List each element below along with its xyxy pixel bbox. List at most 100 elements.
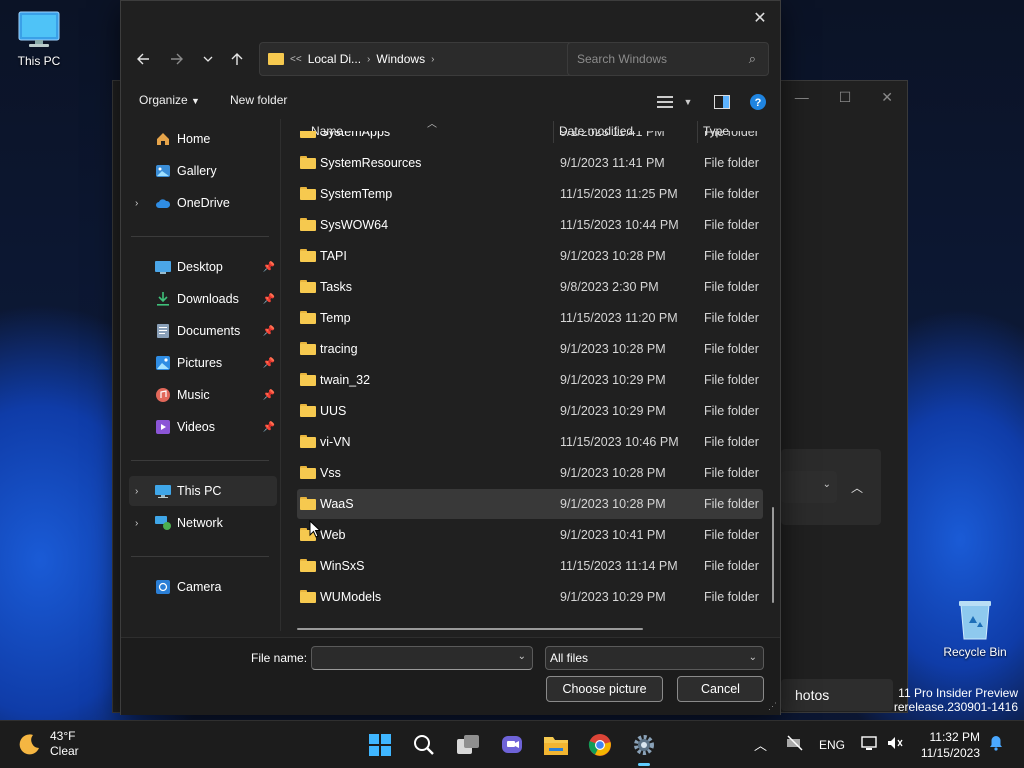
chevron-up-icon[interactable]: ︿ — [851, 479, 863, 496]
chat-icon — [502, 736, 522, 753]
command-toolbar: Organize ▼ New folder ▼ ? — [121, 85, 780, 119]
sidebar-item-music[interactable]: Music 📌 — [129, 380, 277, 410]
weather-temperature: 43°F — [50, 729, 76, 743]
sidebar-item-gallery[interactable]: Gallery — [129, 156, 277, 186]
file-row[interactable]: Temp 11/15/2023 11:20 PM File folder — [297, 303, 763, 333]
file-type-value: All files — [550, 651, 589, 665]
breadcrumb-local-disk[interactable]: Local Di... — [308, 52, 361, 66]
new-folder-button[interactable]: New folder — [230, 93, 287, 107]
sidebar-item-onedrive[interactable]: › OneDrive — [129, 188, 277, 218]
sidebar-item-network[interactable]: › Network — [129, 508, 277, 538]
teams-chat-button[interactable] — [496, 729, 528, 761]
start-button[interactable] — [364, 729, 396, 761]
background-photos-button[interactable]: hotos — [781, 679, 893, 711]
sidebar-item-camera[interactable]: Camera — [129, 572, 277, 602]
windows-watermark: 11 Pro Insider Preview rerelease.230901-… — [894, 686, 1018, 714]
file-row[interactable]: Web 9/1/2023 10:41 PM File folder — [297, 520, 763, 550]
file-date-modified: 9/1/2023 10:29 PM — [560, 373, 666, 387]
file-row[interactable]: Vss 9/1/2023 10:28 PM File folder — [297, 458, 763, 488]
preview-pane-icon[interactable] — [711, 91, 733, 113]
breadcrumb-windows[interactable]: Windows — [376, 52, 425, 66]
notification-bell-icon[interactable] — [989, 735, 1003, 754]
svg-text:?: ? — [755, 97, 762, 109]
chevron-down-icon[interactable]: ⌄ — [518, 651, 526, 662]
file-name: tracing — [320, 342, 358, 356]
view-dropdown-icon[interactable]: ▼ — [677, 91, 699, 113]
sidebar-item-label: Network — [177, 516, 223, 530]
file-name: WUModels — [320, 590, 382, 604]
close-icon[interactable]: ✕ — [881, 89, 893, 106]
sort-ascending-icon: ︿ — [427, 119, 437, 130]
file-row[interactable]: TAPI 9/1/2023 10:28 PM File folder — [297, 241, 763, 271]
view-options-icon[interactable] — [655, 91, 677, 113]
recent-locations-button[interactable] — [194, 41, 222, 77]
weather-widget[interactable]: 43°F Clear — [18, 729, 79, 759]
language-indicator[interactable]: ENG — [819, 738, 845, 752]
file-name: UUS — [320, 404, 347, 418]
address-overflow[interactable]: << — [290, 54, 302, 65]
file-row[interactable]: twain_32 9/1/2023 10:29 PM File folder — [297, 365, 763, 395]
maximize-icon[interactable]: ☐ — [839, 89, 852, 106]
file-explorer-button[interactable] — [540, 729, 572, 761]
file-type: File folder — [704, 590, 759, 604]
system-clock[interactable]: 11:32 PM 11/15/2023 — [921, 729, 980, 761]
volume-muted-icon[interactable] — [886, 735, 904, 754]
network-off-icon[interactable] — [786, 735, 804, 754]
file-row[interactable]: vi-VN 11/15/2023 10:46 PM File folder — [297, 427, 763, 457]
file-row[interactable]: WUModels 9/1/2023 10:29 PM File folder — [297, 582, 763, 612]
pin-icon: 📌 — [262, 389, 275, 401]
sidebar-item-downloads[interactable]: Downloads 📌 — [129, 284, 277, 314]
sidebar-item-videos[interactable]: Videos 📌 — [129, 412, 277, 442]
display-icon[interactable] — [861, 735, 879, 754]
file-row[interactable]: SysWOW64 11/15/2023 10:44 PM File folder — [297, 210, 763, 240]
file-row[interactable]: Tasks 9/8/2023 2:30 PM File folder — [297, 272, 763, 302]
sidebar-item-label: Home — [177, 132, 211, 146]
file-type: File folder — [704, 373, 759, 387]
breadcrumb-chevron-icon[interactable]: › — [431, 54, 434, 65]
sidebar-item-home[interactable]: Home — [129, 124, 277, 154]
sidebar-item-documents[interactable]: Documents 📌 — [129, 316, 277, 346]
cancel-button[interactable]: Cancel — [677, 676, 764, 702]
settings-button[interactable] — [628, 729, 660, 766]
file-row[interactable]: WaaS 9/1/2023 10:28 PM File folder — [297, 489, 763, 519]
chevron-right-icon[interactable]: › — [135, 198, 138, 209]
file-row[interactable]: SystemResources 9/1/2023 11:41 PM File fol… — [297, 148, 763, 178]
resize-grip-icon[interactable]: ⋰ — [768, 701, 777, 712]
background-button-label: hotos — [795, 687, 830, 703]
sidebar-item-this-pc[interactable]: › This PC — [129, 476, 277, 506]
close-icon[interactable]: ✕ — [746, 7, 774, 29]
file-type-select[interactable]: All files ⌄ — [545, 646, 764, 670]
back-button[interactable] — [129, 41, 157, 77]
file-row[interactable]: SystemTemp 11/15/2023 11:25 PM File folder — [297, 179, 763, 209]
chevron-up-icon[interactable]: ︿ — [754, 735, 767, 754]
sidebar-item-pictures[interactable]: Pictures 📌 — [129, 348, 277, 378]
vertical-scrollbar[interactable] — [772, 507, 774, 603]
search-input[interactable]: Search Windows ⌕ — [567, 42, 769, 76]
file-row[interactable]: tracing 9/1/2023 10:28 PM File folder — [297, 334, 763, 364]
minimize-icon[interactable]: — — [795, 89, 809, 106]
file-explorer-icon — [544, 737, 568, 755]
file-name-input[interactable]: ⌄ — [311, 646, 533, 670]
forward-button[interactable] — [163, 41, 191, 77]
horizontal-scrollbar[interactable] — [297, 628, 643, 630]
file-type: File folder — [704, 156, 759, 170]
file-row[interactable]: SystemApps 9/1/2023 11:41 PM File folder — [297, 131, 763, 147]
choose-picture-button[interactable]: Choose picture — [546, 676, 663, 702]
sidebar-item-desktop[interactable]: Desktop 📌 — [129, 252, 277, 282]
file-row[interactable]: WinSxS 11/15/2023 11:14 PM File folder — [297, 551, 763, 581]
chevron-right-icon[interactable]: › — [135, 518, 138, 529]
search-button[interactable] — [408, 729, 440, 761]
chrome-button[interactable] — [584, 729, 616, 761]
help-icon[interactable]: ? — [747, 91, 769, 113]
chevron-right-icon[interactable]: › — [135, 486, 138, 497]
task-view-button[interactable] — [452, 729, 484, 761]
desktop-icon-recycle-bin[interactable]: Recycle Bin — [937, 597, 1013, 659]
file-date-modified: 9/1/2023 10:29 PM — [560, 590, 666, 604]
background-dropdown[interactable]: ⌄ — [781, 471, 837, 503]
file-type: File folder — [704, 249, 759, 263]
file-row[interactable]: UUS 9/1/2023 10:29 PM File folder — [297, 396, 763, 426]
organize-menu[interactable]: Organize ▼ — [139, 93, 200, 107]
chevron-down-icon: ▼ — [191, 96, 200, 106]
up-button[interactable] — [223, 41, 251, 77]
desktop-icon-this-pc[interactable]: This PC — [1, 10, 77, 68]
